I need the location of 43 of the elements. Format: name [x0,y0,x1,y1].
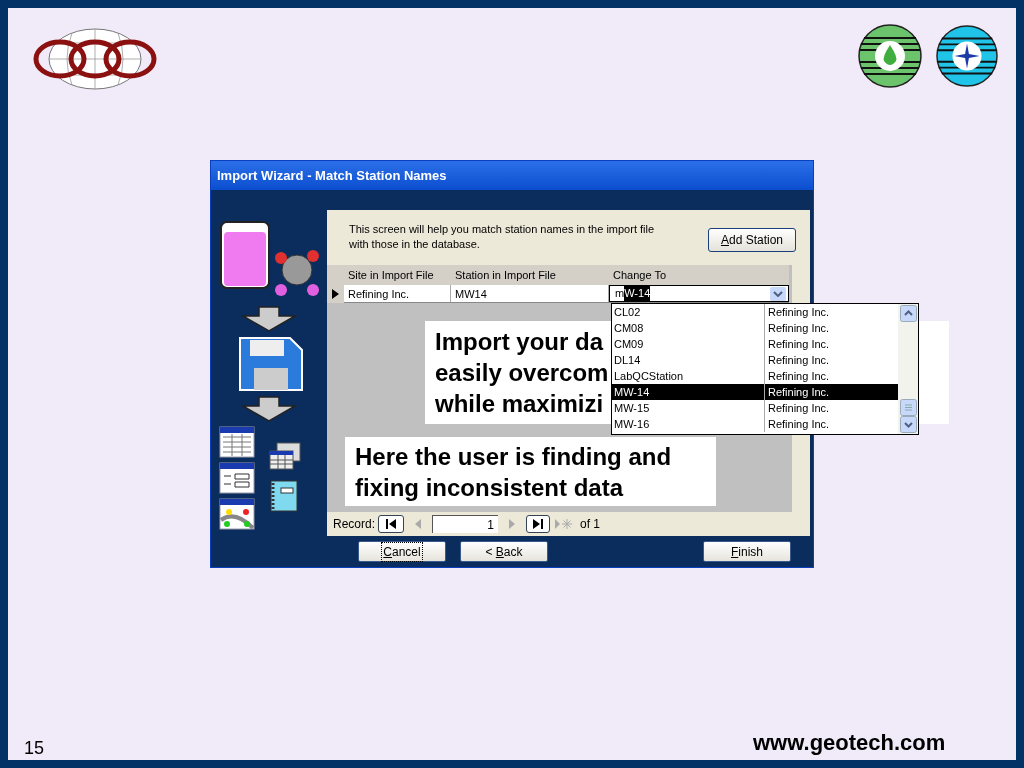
table-icon [219,426,255,458]
column-header: Site in Import File [347,267,435,283]
last-record-button[interactable] [526,515,551,533]
form-icon [219,462,255,494]
arrow-down-icon [241,306,297,332]
record-number-field[interactable]: 1 [432,515,499,533]
droplet-icon [858,24,922,88]
column-header: Change To [612,267,667,283]
wizard-button[interactable]: < Back [460,541,548,562]
map-icon [219,498,255,530]
first-record-button[interactable] [378,515,405,533]
wizard-button[interactable]: Finish [703,541,791,562]
scroll-up-icon[interactable] [899,305,917,322]
callout-text: Here the user is finding and [355,441,672,472]
callout-text: easily overcom [435,358,609,388]
dropdown-option[interactable]: MW-14 Refining Inc. [612,384,898,400]
scroll-thumb-icon[interactable] [899,399,917,416]
compass-icon [936,25,998,87]
tables-icon [269,442,301,470]
page-number: 15 [24,737,45,760]
notebook-icon [269,480,299,512]
add-station-button[interactable]: Add Station [707,228,796,252]
first-icon [385,519,398,529]
window-title: Import Wizard - Match Station Names [217,166,447,185]
website-url: www.geotech.com [753,729,946,757]
callout-text: Import your da [435,327,603,357]
wizard-button[interactable]: Cancel [358,541,446,562]
dropdown-button[interactable] [770,286,786,301]
scrollbar[interactable] [898,304,918,434]
record-count: of 1 [580,516,601,533]
last-icon [532,519,545,529]
table-cell: Refining Inc. [344,285,451,302]
chevron-down-icon [773,290,783,297]
intro-text: This screen will help you match station names in the import file with those in the database. [349,222,656,252]
next-icon [509,519,516,529]
callout-text: while maximizi [435,389,604,419]
callout-text: fixing inconsistent data [355,472,624,503]
scroll-down-icon[interactable] [899,416,917,433]
new-record-icon [555,518,574,530]
record-label: Record: [333,516,376,533]
arrow-down-icon [241,396,297,422]
previous-icon [415,519,422,529]
column-header: Station in Import File [454,267,557,283]
